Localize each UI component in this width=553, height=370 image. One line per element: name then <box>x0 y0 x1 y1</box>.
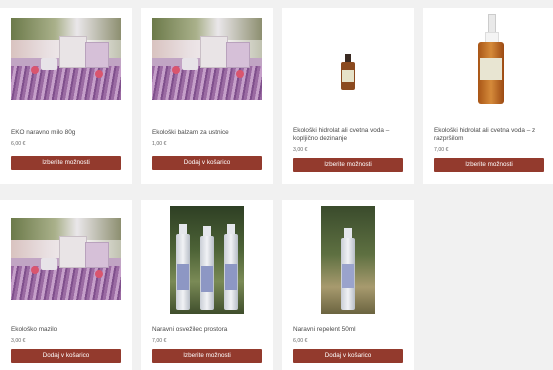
product-card: Ekološki hidrolat ali cvetna voda – z ra… <box>423 8 553 184</box>
product-image[interactable] <box>11 218 121 300</box>
select-options-button[interactable]: Izberite možnosti <box>434 158 544 172</box>
product-price: 6,00 € <box>11 141 26 147</box>
product-title[interactable]: Ekološki balzam za ustnice <box>152 129 270 137</box>
add-to-cart-button[interactable]: Dodaj v košarico <box>11 349 121 363</box>
product-price: 3,00 € <box>11 338 26 344</box>
product-price: 7,00 € <box>434 147 449 153</box>
product-image[interactable] <box>152 18 262 100</box>
product-image[interactable] <box>170 206 244 314</box>
product-image[interactable] <box>321 206 375 314</box>
product-title[interactable]: Naravni repelent 50ml <box>293 326 411 334</box>
product-price: 1,00 € <box>152 141 167 147</box>
product-price: 6,00 € <box>293 338 308 344</box>
product-title[interactable]: Ekološko mazilo <box>11 326 129 334</box>
product-image[interactable] <box>293 8 403 118</box>
product-title[interactable]: EKO naravno milo 80g <box>11 129 129 137</box>
product-card: Ekološki balzam za ustnice 1,00 € Dodaj … <box>141 8 273 184</box>
product-card: EKO naravno milo 80g 6,00 € Izberite mož… <box>0 8 132 184</box>
add-to-cart-button[interactable]: Dodaj v košarico <box>293 349 403 363</box>
select-options-button[interactable]: Izberite možnosti <box>293 158 403 172</box>
add-to-cart-button[interactable]: Dodaj v košarico <box>152 156 262 170</box>
product-image[interactable] <box>11 18 121 100</box>
product-price: 7,00 € <box>152 338 167 344</box>
product-title[interactable]: Ekološki hidrolat ali cvetna voda – z ra… <box>434 127 552 143</box>
product-card: Ekološko mazilo 3,00 € Dodaj v košarico <box>0 200 132 370</box>
select-options-button[interactable]: Izberite možnosti <box>152 349 262 363</box>
product-image[interactable] <box>434 8 544 118</box>
product-card: Ekološki hidrolat ali cvetna voda – kopl… <box>282 8 414 184</box>
product-card: Naravni repelent 50ml 6,00 € Dodaj v koš… <box>282 200 414 370</box>
select-options-button[interactable]: Izberite možnosti <box>11 156 121 170</box>
product-title[interactable]: Ekološki hidrolat ali cvetna voda – kopl… <box>293 127 411 143</box>
product-card: Naravni osvežilec prostora 7,00 € Izberi… <box>141 200 273 370</box>
product-price: 3,00 € <box>293 147 308 153</box>
product-title[interactable]: Naravni osvežilec prostora <box>152 326 270 334</box>
